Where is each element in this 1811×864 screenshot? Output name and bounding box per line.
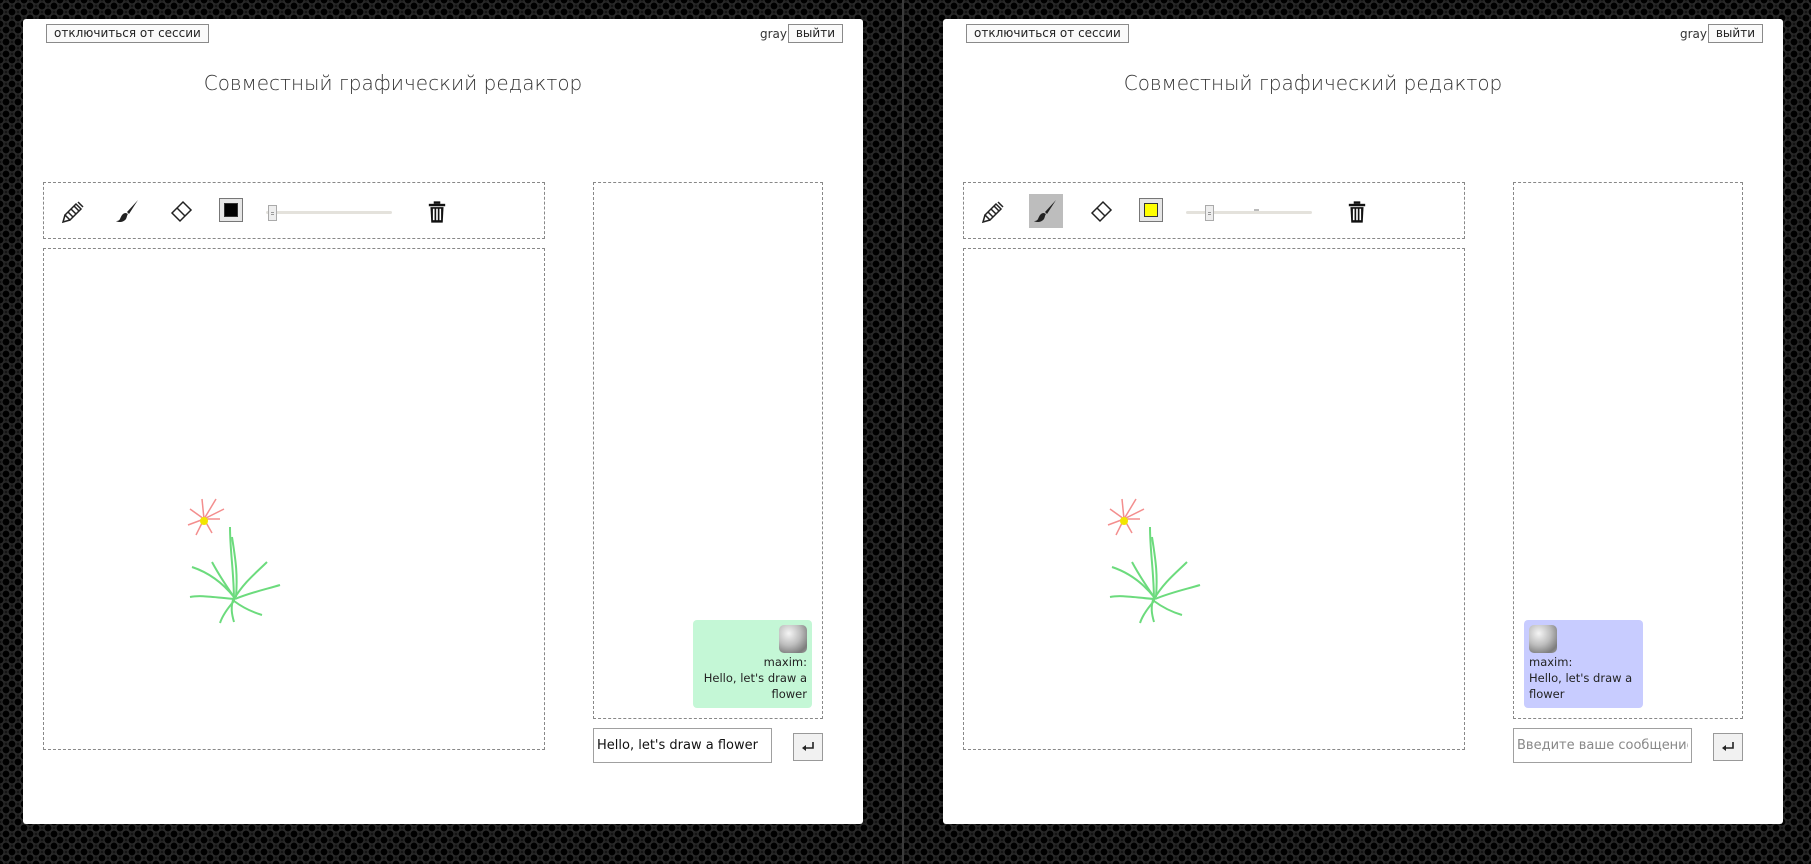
logout-button[interactable]: выйти — [1707, 24, 1763, 43]
chat-message-input[interactable] — [1513, 728, 1692, 763]
current-color-swatch — [1144, 203, 1158, 217]
enter-arrow-icon — [1722, 742, 1734, 751]
avatar — [1529, 625, 1557, 653]
pencil-tool-button[interactable] — [977, 194, 1011, 228]
eraser-tool-button[interactable] — [1085, 194, 1119, 228]
brush-size-slider-track[interactable] — [266, 211, 392, 214]
brush-icon — [116, 200, 138, 223]
pencil-icon — [61, 201, 84, 224]
brush-tool-button[interactable] — [111, 194, 145, 228]
color-picker-button[interactable] — [219, 198, 243, 222]
message-author: maxim: — [1529, 655, 1573, 669]
brush-size-preview — [1254, 209, 1259, 211]
disconnect-session-button[interactable]: отключиться от сессии — [966, 24, 1129, 43]
eraser-tool-button[interactable] — [165, 194, 199, 228]
pencil-icon — [981, 201, 1004, 224]
chat-message: maxim: Hello, let's draw a flower — [693, 620, 812, 708]
username-label: gray — [1679, 27, 1707, 41]
page-title: Совместный графический редактор — [1123, 71, 1503, 95]
drawing-toolbar — [963, 182, 1465, 239]
drawing-canvas[interactable] — [963, 248, 1465, 750]
chat-message: maxim: Hello, let's draw a flower — [1524, 620, 1643, 708]
send-message-button[interactable] — [1713, 733, 1743, 761]
brush-icon — [1034, 200, 1056, 223]
username-label: gray — [759, 27, 787, 41]
brush-size-slider-thumb[interactable] — [1204, 205, 1214, 221]
chat-messages: maxim: Hello, let's draw a flower — [593, 182, 823, 719]
logout-button[interactable]: выйти — [787, 24, 843, 43]
color-picker-button[interactable] — [1139, 198, 1163, 222]
editor-window-left: отключиться от сессии gray выйти Совмест… — [23, 19, 863, 824]
message-author: maxim: — [763, 655, 807, 669]
clear-canvas-button[interactable] — [1342, 197, 1372, 227]
send-message-button[interactable] — [793, 733, 823, 761]
brush-tool-button[interactable] — [1029, 194, 1063, 228]
trash-icon — [1348, 201, 1366, 223]
chat-message-input[interactable] — [593, 728, 772, 763]
eraser-icon — [170, 200, 193, 223]
pencil-tool-button[interactable] — [57, 194, 91, 228]
message-text: Hello, let's draw a flower — [1529, 671, 1633, 701]
current-color-swatch — [224, 203, 238, 217]
drawing-toolbar — [43, 182, 545, 239]
trash-icon — [428, 201, 446, 223]
eraser-icon — [1090, 200, 1113, 223]
disconnect-session-button[interactable]: отключиться от сессии — [46, 24, 209, 43]
flower-drawing — [187, 498, 281, 624]
message-text: Hello, let's draw a flower — [703, 671, 807, 701]
drawing-canvas[interactable] — [43, 248, 545, 750]
page-title: Совместный графический редактор — [203, 71, 583, 95]
avatar — [779, 625, 807, 653]
enter-arrow-icon — [802, 742, 814, 751]
brush-size-slider-thumb[interactable] — [268, 205, 278, 221]
editor-window-right: отключиться от сессии gray выйти Совмест… — [943, 19, 1783, 824]
window-divider — [902, 0, 904, 864]
flower-drawing — [1107, 498, 1201, 624]
clear-canvas-button[interactable] — [422, 197, 452, 227]
chat-messages: maxim: Hello, let's draw a flower — [1513, 182, 1743, 719]
